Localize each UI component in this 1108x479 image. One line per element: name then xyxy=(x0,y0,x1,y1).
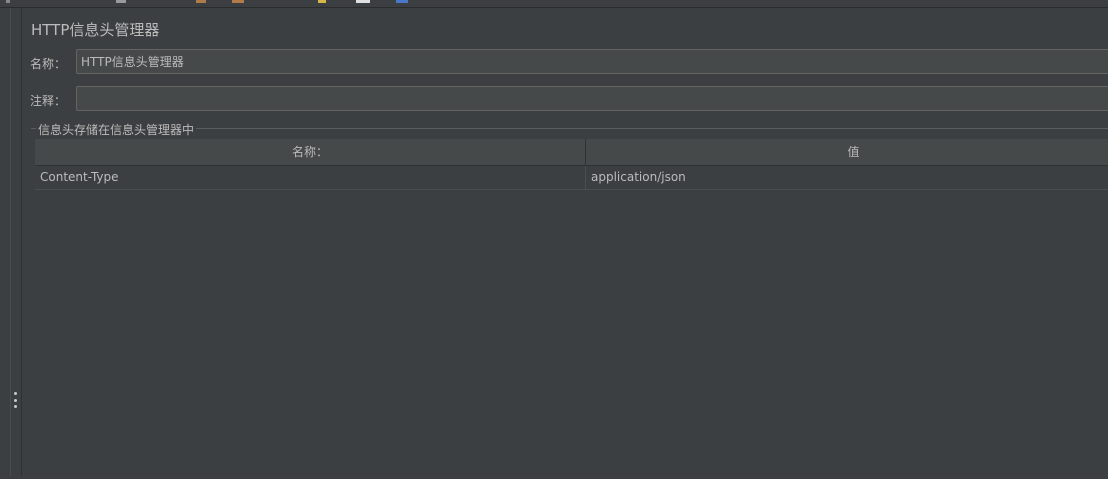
comment-label: 注释： xyxy=(30,94,67,108)
gutter-line xyxy=(10,8,11,476)
table-row[interactable]: Content-Type application/json xyxy=(35,166,1108,190)
toolbar-icon-1[interactable] xyxy=(6,0,10,3)
toolbar-icon-7[interactable] xyxy=(396,0,408,3)
toolbar-icon-2[interactable] xyxy=(116,0,126,3)
header-name-cell[interactable]: Content-Type xyxy=(35,166,586,189)
http-header-manager-panel: HTTP信息头管理器 名称： 注释： 信息头存储在信息头管理器中 名称： 值 C… xyxy=(22,8,1108,476)
name-field[interactable] xyxy=(76,49,1108,74)
toolbar-strip xyxy=(0,0,1108,8)
column-header-name[interactable]: 名称： xyxy=(35,139,586,165)
toolbar-icon-3[interactable] xyxy=(196,0,206,3)
toolbar-icon-6[interactable] xyxy=(356,0,370,3)
vertical-dots-icon[interactable] xyxy=(12,392,18,408)
toolbar-icon-4[interactable] xyxy=(232,0,244,3)
headers-group: 信息头存储在信息头管理器中 名称： 值 Content-Type applica… xyxy=(31,121,1108,479)
headers-table: 名称： 值 Content-Type application/json xyxy=(35,139,1108,190)
tree-pane-edge xyxy=(0,8,22,476)
headers-group-title: 信息头存储在信息头管理器中 xyxy=(36,121,197,138)
name-label: 名称： xyxy=(30,57,67,71)
column-header-value[interactable]: 值 xyxy=(586,139,1108,165)
panel-title: HTTP信息头管理器 xyxy=(31,21,160,39)
comment-field[interactable] xyxy=(76,86,1108,111)
toolbar-icon-5[interactable] xyxy=(318,0,326,3)
table-header: 名称： 值 xyxy=(35,139,1108,166)
header-value-cell[interactable]: application/json xyxy=(586,166,1108,189)
